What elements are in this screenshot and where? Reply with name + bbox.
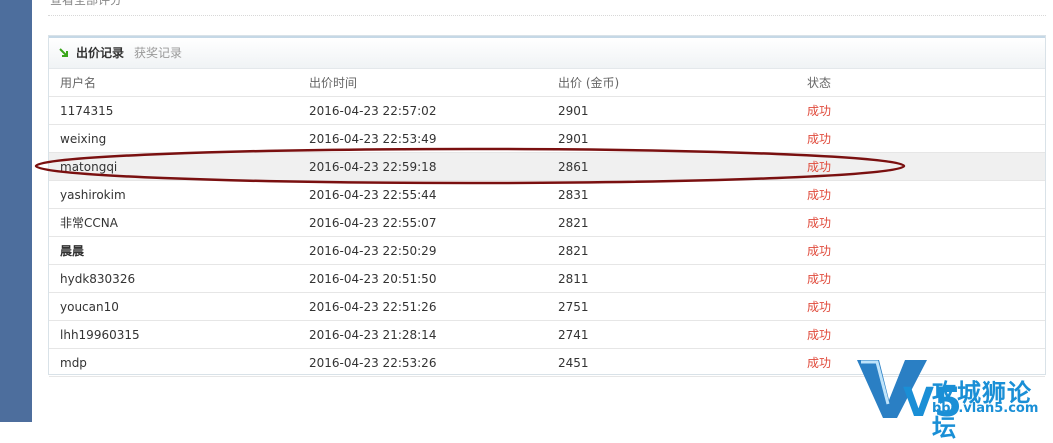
column-header-status: 状态	[796, 69, 1045, 97]
cell-username: 非常CCNA	[49, 208, 298, 237]
cell-username: 晨晨	[49, 236, 298, 265]
cell-bid-time: 2016-04-23 22:55:44	[298, 180, 547, 209]
cell-bid-time: 2016-04-23 20:51:50	[298, 264, 547, 293]
cell-status: 成功	[796, 124, 1045, 153]
cell-username: yashirokim	[49, 180, 298, 209]
cell-username: matongqi	[49, 152, 298, 181]
cell-status: 成功	[796, 264, 1045, 293]
cell-bid-amount: 2751	[547, 292, 796, 321]
cell-bid-amount: 2821	[547, 236, 796, 265]
cell-bid-amount: 2861	[547, 152, 796, 181]
tab-prize-records[interactable]: 获奖记录	[134, 45, 182, 61]
cell-bid-amount: 2901	[547, 124, 796, 153]
column-header-username: 用户名	[49, 69, 298, 97]
table-row: 1174315 2016-04-23 22:57:02 2901 成功	[49, 96, 1045, 125]
cell-bid-time: 2016-04-23 22:55:07	[298, 208, 547, 237]
table-row: hydk830326 2016-04-23 20:51:50 2811 成功	[49, 264, 1045, 293]
bid-record-panel: 出价记录 获奖记录 用户名 出价时间 出价 (金币) 状态 1174315 201…	[48, 35, 1046, 377]
table-row: 晨晨 2016-04-23 22:50:29 2821 成功	[49, 236, 1045, 265]
cell-status: 成功	[796, 292, 1045, 321]
cell-bid-time: 2016-04-23 22:53:26	[298, 348, 547, 377]
cell-bid-time: 2016-04-23 22:59:18	[298, 152, 547, 181]
table-row: weixing 2016-04-23 22:53:49 2901 成功	[49, 124, 1045, 153]
cell-bid-time: 2016-04-23 22:51:26	[298, 292, 547, 321]
cell-bid-amount: 2741	[547, 320, 796, 349]
cell-status: 成功	[796, 180, 1045, 209]
bid-table: 用户名 出价时间 出价 (金币) 状态 1174315 2016-04-23 22…	[49, 69, 1045, 377]
cell-username: weixing	[49, 124, 298, 153]
cell-bid-time: 2016-04-23 22:53:49	[298, 124, 547, 153]
cell-status: 成功	[796, 320, 1045, 349]
cell-username: hydk830326	[49, 264, 298, 293]
cell-bid-time: 2016-04-23 22:50:29	[298, 236, 547, 265]
green-arrow-icon	[59, 48, 68, 57]
table-row: lhh19960315 2016-04-23 21:28:14 2741 成功	[49, 320, 1045, 349]
left-sidebar	[0, 0, 32, 422]
panel-tabs: 出价记录 获奖记录	[49, 36, 1045, 69]
cell-bid-amount: 2451	[547, 348, 796, 377]
column-header-bid-amount: 出价 (金币)	[547, 69, 796, 97]
cell-bid-time: 2016-04-23 22:57:02	[298, 96, 547, 125]
view-all-ratings-link[interactable]: 查看全部评分	[50, 0, 122, 8]
table-row: matongqi 2016-04-23 22:59:18 2861 成功	[49, 152, 1045, 181]
top-divider	[48, 15, 1046, 16]
table-header-row: 用户名 出价时间 出价 (金币) 状态	[49, 69, 1045, 97]
cell-bid-time: 2016-04-23 21:28:14	[298, 320, 547, 349]
cell-username: lhh19960315	[49, 320, 298, 349]
cell-bid-amount: 2821	[547, 208, 796, 237]
cell-username: youcan10	[49, 292, 298, 321]
watermark-url: bbs.vlan5.com	[932, 401, 1039, 416]
cell-bid-amount: 2831	[547, 180, 796, 209]
cell-username: mdp	[49, 348, 298, 377]
cell-username: 1174315	[49, 96, 298, 125]
table-row: youcan10 2016-04-23 22:51:26 2751 成功	[49, 292, 1045, 321]
cell-bid-amount: 2811	[547, 264, 796, 293]
tab-bid-records[interactable]: 出价记录	[76, 45, 124, 61]
cell-status: 成功	[796, 96, 1045, 125]
cell-status: 成功	[796, 236, 1045, 265]
column-header-bid-time: 出价时间	[298, 69, 547, 97]
cell-status: 成功	[796, 208, 1045, 237]
cell-status: 成功	[796, 152, 1045, 181]
table-row: 非常CCNA 2016-04-23 22:55:07 2821 成功	[49, 208, 1045, 237]
table-row: yashirokim 2016-04-23 22:55:44 2831 成功	[49, 180, 1045, 209]
cell-bid-amount: 2901	[547, 96, 796, 125]
